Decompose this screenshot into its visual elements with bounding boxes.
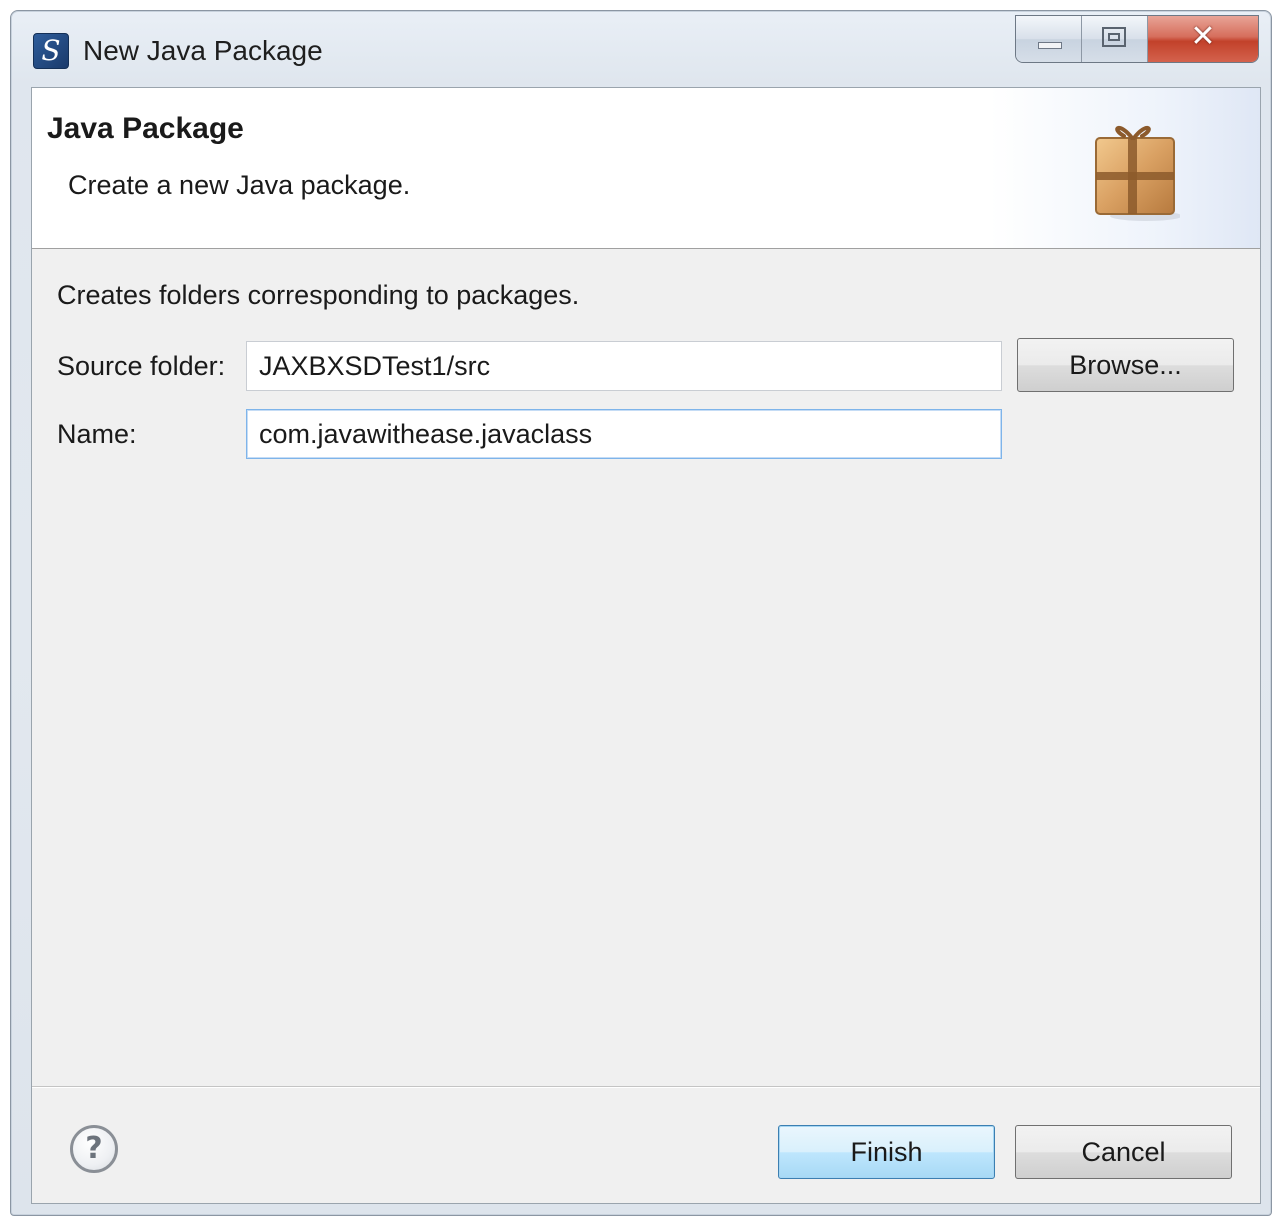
maximize-button[interactable]	[1082, 16, 1148, 62]
close-icon: ✕	[1190, 19, 1216, 54]
minimize-button[interactable]	[1016, 16, 1082, 62]
name-label: Name:	[57, 419, 137, 449]
intro-text: Creates folders corresponding to package…	[57, 280, 580, 310]
source-folder-input[interactable]	[246, 341, 1002, 391]
footer-separator	[32, 1086, 1260, 1088]
cancel-button[interactable]: Cancel	[1015, 1125, 1232, 1179]
finish-button[interactable]: Finish	[778, 1125, 995, 1179]
help-icon[interactable]: ?	[70, 1125, 118, 1173]
minimize-icon	[1038, 42, 1062, 49]
wizard-banner: Java Package Create a new Java package.	[32, 88, 1260, 249]
source-folder-label: Source folder:	[57, 351, 226, 381]
banner-title: Java Package	[47, 112, 244, 145]
title-bar[interactable]: S New Java Package ✕	[11, 11, 1271, 87]
close-button[interactable]: ✕	[1148, 16, 1258, 62]
package-name-input[interactable]	[246, 409, 1002, 459]
package-icon	[1095, 126, 1180, 221]
browse-button[interactable]: Browse...	[1017, 338, 1234, 392]
app-icon: S	[33, 33, 69, 69]
dialog-client-area: Java Package Create a new Java package. …	[31, 87, 1261, 1204]
window-title: New Java Package	[83, 35, 323, 66]
maximize-icon	[1102, 27, 1126, 47]
dialog-window: S New Java Package ✕ Java Package Create…	[10, 10, 1272, 1216]
caption-buttons: ✕	[1015, 15, 1259, 63]
banner-description: Create a new Java package.	[68, 170, 411, 200]
